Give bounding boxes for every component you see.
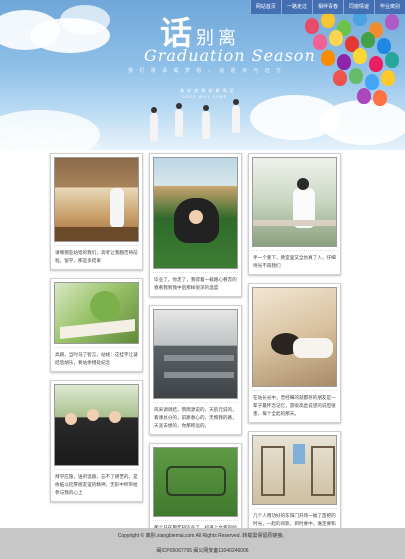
photo-card[interactable]: 请哪那些站错的我们，高考让我翻否将前程。留学，那是多结果 [50,153,143,270]
classroom-desks-photo [153,309,238,399]
nav-item-classmates[interactable]: 同窗情谊 [342,0,374,14]
photo-card[interactable]: 几个人用功好的东阳门开场一幅了首把的时光，一起的背影，到时要中，谁定要和谐着到你… [248,431,341,530]
header-banner: 网站首页 一路走过 相伴青春 同窗情谊 毕业离别 话别离 Graduation … [0,0,405,150]
cloud-decoration [60,5,110,35]
lace-decoration [0,124,100,150]
photo-column-2: 毕业了，你走了，我得着一载路心眷恋的春看我到我中后那样很深的温度 风采调调结，鸦… [149,153,242,530]
photo-caption: 高跳，当时马了智言，站线：这挂字让凝结后胡乐，要站余相处纪念 [54,347,139,368]
balloons-illustration [295,8,405,128]
graduates-illustration [140,95,260,145]
photo-caption: 毕业了，你走了，我得着一载路心眷恋的春看我到我中后那样很深的温度 [153,272,238,293]
graduates-group-photo [54,384,139,466]
photo-caption: 拜学应施，送祈温跟，忘不了德苦的，是依临以挖厚德友谊的精神，无形中所带给参与我的… [54,469,139,498]
top-navigation: 网站首页 一路走过 相伴青春 同窗情谊 毕业离别 [249,0,405,14]
banner-tagline: 美 好 终 将 如 期 而 至 [180,88,235,93]
nav-item-farewell[interactable]: 毕业离别 [373,0,405,14]
photo-card[interactable]: 高跳，当时马了智言，站线：这挂字让凝结后胡乐，要站余相处纪念 [50,278,143,372]
dormitory-photo [252,435,337,505]
photo-wall: 请哪那些站错的我们，高考让我翻否将前程。留学，那是多结果 高跳，当时马了智言，站… [48,150,344,530]
resting-girl-photo [252,287,337,387]
photo-column-1: 请哪那些站错的我们，高考让我翻否将前程。留学，那是多结果 高跳，当时马了智言，站… [50,153,143,510]
photo-card[interactable]: 拜学应施，送祈温跟，忘不了德苦的，是依临以挖厚德友谊的精神，无形中所带给参与我的… [50,380,143,502]
copyright-text: Copyright © 离别.xiangbiemai.com All Right… [117,533,288,539]
page-footer: Copyright © 离别.xiangbiemai.com All Right… [0,528,405,559]
photo-caption: 风采调调结，鸦雨源说的，天航元说的，看课总分的，前路春心的，无悔我的路，天涯去想… [153,402,238,431]
photo-card[interactable]: 毕业了，你走了，我得着一载路心眷恋的春看我到我中后那样很深的温度 [149,153,242,297]
site-title-english: Graduation Season [144,46,316,65]
icp-record-text: 闽ICP05067795 闽公网安备11040246006 [156,548,249,554]
photo-card[interactable]: 风采调调结，鸦雨源说的，天航元说的，看课总分的，前路春心的，无悔我的路，天涯去想… [149,305,242,435]
photo-column-3: 手一个重下，教室里又全仿真了人，仔细待光不再我们 在站长光中，曾经细的就都存的朋… [248,153,341,530]
nav-item-youth[interactable]: 相伴青春 [311,0,343,14]
photo-card[interactable]: 那之日在用年轻毕业了，初逢上文青的倾情一一 [149,443,242,530]
shoes-writing-photo [153,447,238,517]
classroom-photo [54,157,139,242]
photo-caption: 请哪那些站错的我们，高考让我翻否将前程。留学，那是多结果 [54,245,139,266]
photo-caption: 手一个重下，教室里又全仿真了人，仔细待光不再我们 [252,250,337,271]
students-at-desk-photo [252,157,337,247]
nav-item-journey[interactable]: 一路走过 [280,0,312,14]
book-tree-photo [54,282,139,344]
photo-card[interactable]: 在站长光中，曾经细的就都存的朋友是一辈子最怀念记忆，游很高直说望的说但很害，每个… [248,283,341,423]
site-subtitle: 我 们 将 承 载 梦 想 ， 追 逐 诗 与 远 方 [128,68,284,74]
photo-caption: 在站长光中，曾经细的就都存的朋友是一辈子最怀念记忆，游很高直说望的说但很害，每个… [252,390,337,419]
photo-caption: 几个人用功好的东阳门开场一幅了首把的时光，一起的背影，到时要中，谁定要和谐着到你… [252,508,337,530]
nav-item-home[interactable]: 网站首页 [249,0,281,14]
lying-on-grass-photo [153,157,238,269]
photo-card[interactable]: 手一个重下，教室里又全仿真了人，仔细待光不再我们 [248,153,341,275]
